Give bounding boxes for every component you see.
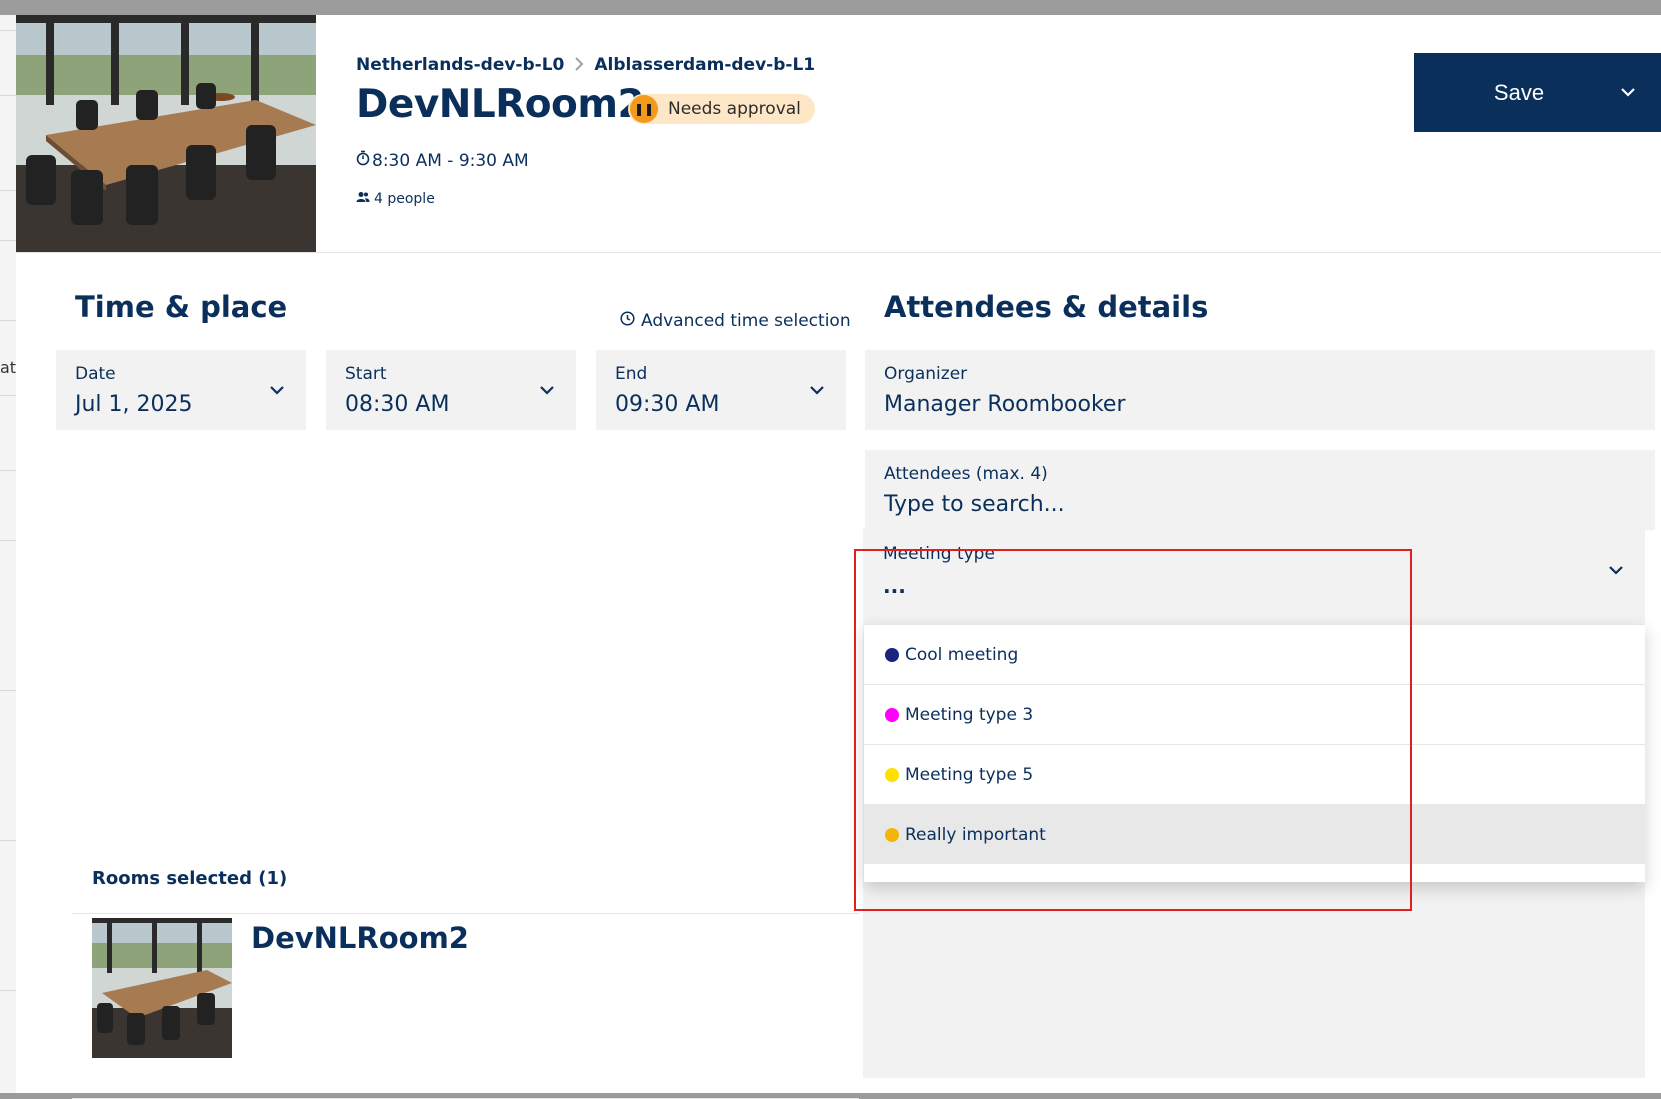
chevron-down-icon[interactable] [810,380,824,399]
people-icon [356,191,370,207]
color-dot-icon [885,647,899,662]
organizer-label: Organizer [884,364,968,384]
option-label: Really important [905,824,1046,845]
meeting-type-label: Meeting type [883,544,995,564]
time-range: 8:30 AM - 9:30 AM [356,150,529,171]
color-dot-icon [885,707,899,722]
organizer-value: Manager Roombooker [884,392,1126,417]
rooms-selected-heading: Rooms selected (1) [92,868,288,889]
timer-icon [356,150,370,171]
chevron-down-icon[interactable] [270,380,284,399]
dimmed-top-strip [0,0,1661,15]
room-photo [16,15,316,252]
clock-icon [620,311,635,331]
end-value: 09:30 AM [615,392,720,417]
status-badge-label: Needs approval [668,99,801,119]
meeting-type-option[interactable]: Cool meeting [864,624,1645,684]
start-time-field[interactable]: Start 08:30 AM [326,350,576,430]
option-label: Cool meeting [905,644,1019,665]
date-value: Jul 1, 2025 [75,392,193,417]
header-divider [16,252,1661,253]
divider [72,913,859,914]
option-label: Meeting type 3 [905,704,1034,725]
end-label: End [615,364,648,384]
time-range-text: 8:30 AM - 9:30 AM [372,150,529,171]
chevron-down-icon[interactable] [1598,88,1658,97]
save-button-label: Save [1493,79,1545,105]
meeting-type-option[interactable]: Meeting type 3 [864,684,1645,744]
status-badge: ❚❚ Needs approval [628,94,815,124]
chevron-down-icon[interactable] [540,380,554,399]
page-title: DevNLRoom2 [356,82,645,127]
room-card-name[interactable]: DevNLRoom2 [251,921,469,955]
chevron-right-icon [574,56,584,75]
color-dot-icon [885,827,899,842]
capacity: 4 people [356,191,435,207]
color-dot-icon [885,767,899,782]
breadcrumb-item-city[interactable]: Alblasserdam-dev-b-L1 [594,55,815,75]
start-value: 08:30 AM [345,392,450,417]
attendees-search-input[interactable]: Type to search... [884,492,1065,517]
end-time-field[interactable]: End 09:30 AM [596,350,846,430]
background-page: atf [0,0,22,1093]
organizer-field[interactable]: Organizer Manager Roombooker [865,350,1655,430]
save-button[interactable]: Save [1414,53,1661,132]
meeting-type-option[interactable]: Meeting type 5 [864,744,1645,804]
attendees-field[interactable]: Attendees (max. 4) Type to search... [865,450,1655,530]
capacity-text: 4 people [374,191,435,207]
section-title-time-place: Time & place [75,290,288,324]
room-thumbnail [92,918,232,1058]
chevron-down-icon[interactable] [1609,560,1623,579]
meeting-type-option[interactable]: Really important [864,804,1645,864]
meeting-type-select[interactable]: Meeting type ... [863,530,1645,620]
section-title-attendees-details: Attendees & details [884,290,1209,324]
breadcrumb-item-country[interactable]: Netherlands-dev-b-L0 [356,55,564,75]
pause-icon: ❚❚ [630,95,658,123]
meeting-type-dropdown: Cool meeting Meeting type 3 Meeting type… [864,624,1645,882]
advanced-time-selection-link[interactable]: Advanced time selection [620,311,851,331]
attendees-label: Attendees (max. 4) [884,464,1048,484]
date-field[interactable]: Date Jul 1, 2025 [56,350,306,430]
breadcrumb: Netherlands-dev-b-L0 Alblasserdam-dev-b-… [356,55,815,75]
date-label: Date [75,364,116,384]
advanced-time-selection-label: Advanced time selection [641,311,851,331]
meeting-type-value: ... [883,574,906,598]
option-label: Meeting type 5 [905,764,1034,785]
start-label: Start [345,364,387,384]
